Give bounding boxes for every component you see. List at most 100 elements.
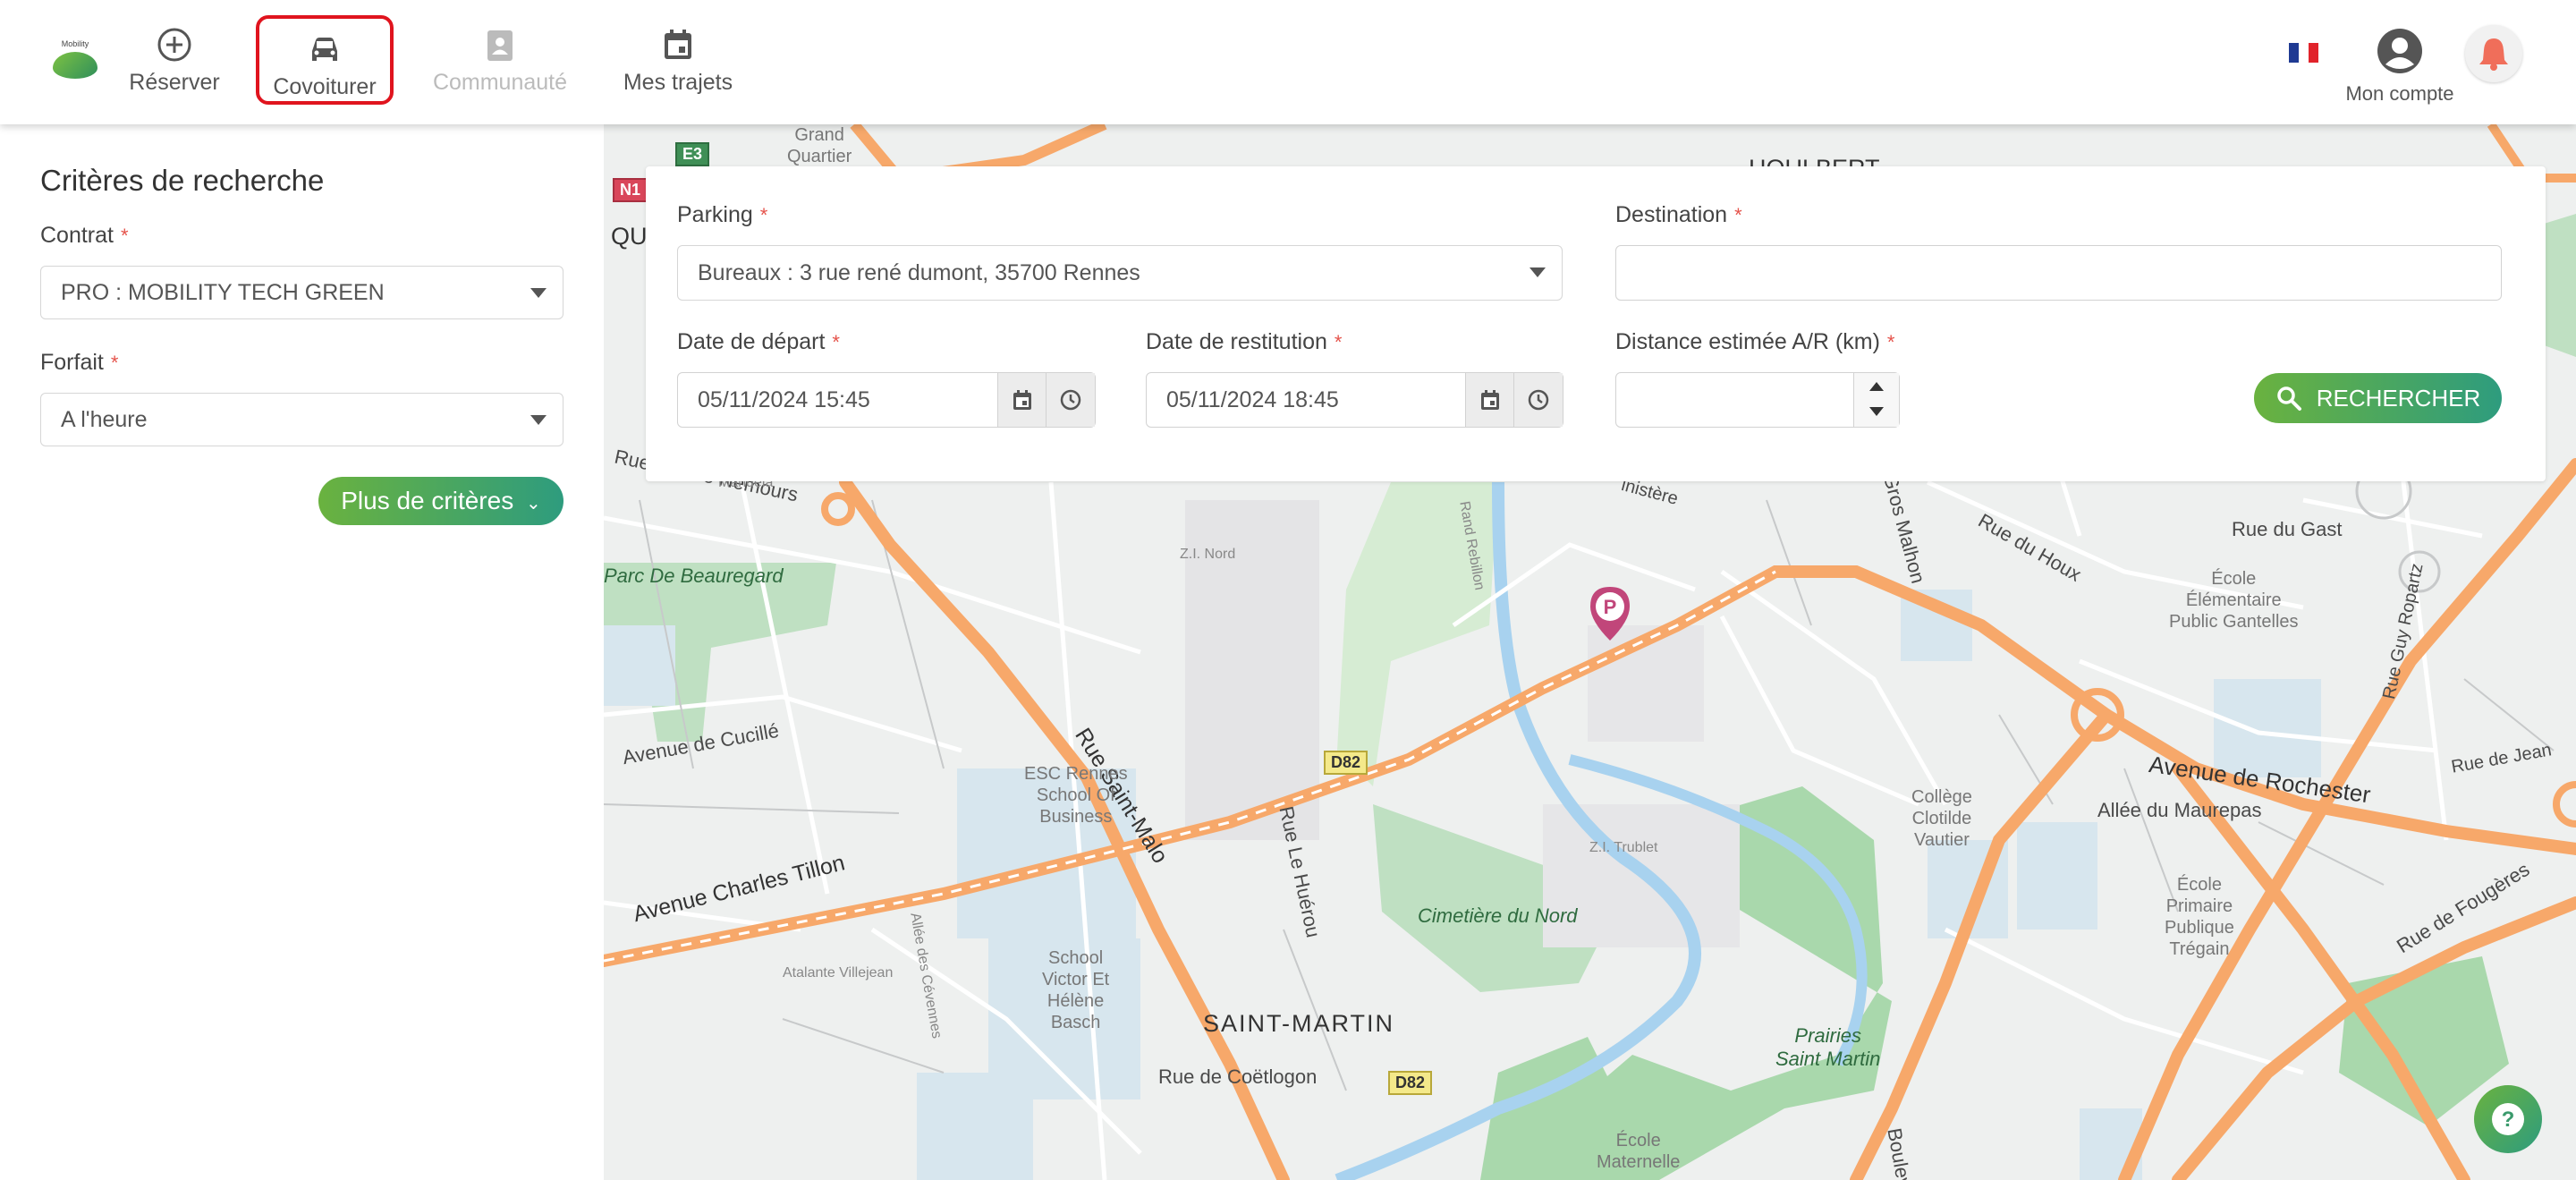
distance-input[interactable]: [1615, 372, 1900, 428]
calendar-icon: [1481, 390, 1499, 410]
departure-date-input[interactable]: 05/11/2024 15:45: [677, 372, 1096, 428]
required-mark: *: [110, 352, 119, 374]
required-mark: *: [1734, 204, 1742, 226]
map-label-ecole-tregain: École Primaire Publique Trégain: [2165, 875, 2234, 959]
parking-label: Parking *: [677, 202, 767, 228]
carpool-search-form: Parking * Bureaux : 3 rue rené dumont, 35…: [646, 166, 2546, 481]
app-logo[interactable]: Mobility: [49, 39, 101, 86]
more-criteria-label: Plus de critères: [341, 487, 514, 514]
required-mark: *: [1886, 331, 1895, 353]
help-button[interactable]: ?: [2474, 1085, 2542, 1153]
search-icon: [2277, 386, 2301, 411]
destination-input[interactable]: [1615, 245, 2502, 301]
contract-select[interactable]: PRO : MOBILITY TECH GREEN: [40, 266, 564, 319]
departure-label: Date de départ *: [677, 329, 840, 355]
top-navigation: Mobility Réserver Covoiturer Communauté: [0, 0, 2576, 124]
chevron-down-icon: [1530, 267, 1546, 277]
caret-up-icon[interactable]: [1869, 382, 1884, 391]
search-button[interactable]: RECHERCHER: [2254, 373, 2502, 423]
return-label-text: Date de restitution: [1146, 329, 1327, 354]
distance-stepper[interactable]: [1853, 373, 1899, 427]
bell-icon: [2479, 38, 2508, 71]
community-icon: [487, 30, 513, 61]
chevron-down-icon: [530, 415, 547, 425]
map-label-rue-du-gast: Rue du Gast: [2232, 518, 2343, 540]
parking-value: Bureaux : 3 rue rené dumont, 35700 Renne…: [698, 260, 1140, 285]
road-shield-e3: E3: [675, 142, 710, 166]
map-label-qu: QU: [611, 223, 648, 250]
nav-mes-trajets-label: Mes trajets: [623, 70, 733, 95]
plan-value: A l'heure: [61, 407, 148, 432]
map-label-atalante: Atalante Villejean: [783, 965, 894, 981]
plan-select[interactable]: A l'heure: [40, 393, 564, 446]
map-label-prairies-saint-martin: Prairies Saint Martin: [1775, 1024, 1881, 1070]
search-criteria-panel: Critères de recherche Contrat * PRO : MOB…: [0, 124, 604, 1180]
map-label-zi-nord: Z.I. Nord: [1180, 547, 1236, 562]
logo-text: Mobility: [61, 39, 89, 48]
contract-label-text: Contrat: [40, 223, 114, 248]
departure-calendar-button[interactable]: [997, 373, 1046, 427]
clock-icon: [1528, 389, 1549, 411]
fr-flag-icon[interactable]: [2289, 43, 2318, 63]
parking-select[interactable]: Bureaux : 3 rue rené dumont, 35700 Renne…: [677, 245, 1563, 301]
map-label-saint-martin: SAINT-MARTIN: [1203, 1010, 1395, 1037]
map-label-esc-rennes: ESC Rennes School Of Business: [1024, 764, 1128, 827]
return-time-button[interactable]: [1513, 373, 1563, 427]
more-criteria-button[interactable]: Plus de critères ⌄: [318, 477, 564, 525]
nav-covoiturer-label: Covoiturer: [273, 74, 377, 99]
destination-label: Destination *: [1615, 202, 1742, 228]
departure-value: 05/11/2024 15:45: [698, 387, 870, 412]
distance-label-text: Distance estimée A/R (km): [1615, 329, 1880, 354]
calendar-icon: [665, 30, 691, 59]
clock-icon: [1060, 389, 1081, 411]
return-calendar-button[interactable]: [1465, 373, 1514, 427]
required-mark: *: [759, 204, 768, 226]
svg-text:P: P: [1604, 596, 1617, 618]
nav-communaute-label: Communauté: [432, 70, 568, 95]
parking-label-text: Parking: [677, 202, 753, 227]
nav-mes-trajets[interactable]: Mes trajets: [617, 25, 739, 100]
departure-label-text: Date de départ: [677, 329, 826, 354]
car-icon: [312, 38, 337, 61]
distance-label: Distance estimée A/R (km) *: [1615, 329, 1894, 355]
return-label: Date de restitution *: [1146, 329, 1342, 355]
chevron-down-icon: ⌄: [525, 494, 541, 514]
account-menu[interactable]: Mon compte: [2343, 27, 2456, 106]
map-label-parc-beauregard: Parc De Beauregard: [604, 565, 784, 587]
map-label-college-clotilde: Collège Clotilde Vautier: [1911, 787, 1972, 850]
account-label: Mon compte: [2345, 82, 2454, 105]
criteria-title: Critères de recherche: [40, 164, 325, 197]
required-mark: *: [832, 331, 840, 353]
nav-reserver[interactable]: Réserver: [125, 25, 224, 100]
notifications-button[interactable]: [2465, 25, 2522, 82]
map-label-cimetiere-nord: Cimetière du Nord: [1418, 904, 1578, 927]
destination-label-text: Destination: [1615, 202, 1728, 227]
contract-value: PRO : MOBILITY TECH GREEN: [61, 280, 385, 305]
user-avatar-icon: [2377, 29, 2422, 73]
return-value: 05/11/2024 18:45: [1166, 387, 1339, 412]
calendar-icon: [1013, 390, 1031, 410]
nav-communaute[interactable]: Communauté: [426, 25, 574, 100]
plan-label-text: Forfait: [40, 350, 104, 375]
map-label-ecole-maternelle: École Maternelle: [1597, 1131, 1681, 1172]
caret-down-icon[interactable]: [1869, 407, 1884, 416]
map-label-ecole-gantelles: École Élémentaire Public Gantelles: [2169, 569, 2299, 632]
required-mark: *: [120, 225, 129, 247]
logo-leaf-icon: [53, 52, 97, 79]
plan-label: Forfait *: [40, 350, 118, 376]
road-shield-n1: N1: [613, 178, 648, 202]
road-shield-d82-b: D82: [1388, 1071, 1433, 1095]
map-label-zi-trublet: Z.I. Trublet: [1589, 840, 1658, 855]
contract-label: Contrat *: [40, 223, 129, 249]
map-label-grand-quartier: Grand Quartier: [787, 125, 852, 166]
question-mark-icon: ?: [2492, 1103, 2524, 1135]
map-label-rue-coetlogon: Rue de Coëtlogon: [1158, 1065, 1318, 1088]
parking-marker-icon[interactable]: P: [1587, 585, 1633, 642]
search-button-label: RECHERCHER: [2316, 385, 2481, 412]
map-label-allee-maurepas: Allée du Maurepas: [2097, 799, 2262, 821]
departure-time-button[interactable]: [1046, 373, 1095, 427]
plus-circle-icon: [157, 28, 191, 62]
return-date-input[interactable]: 05/11/2024 18:45: [1146, 372, 1563, 428]
map-label-school-victor: School Victor Et Hélène Basch: [1042, 948, 1110, 1032]
nav-covoiturer[interactable]: Covoiturer: [256, 15, 394, 105]
